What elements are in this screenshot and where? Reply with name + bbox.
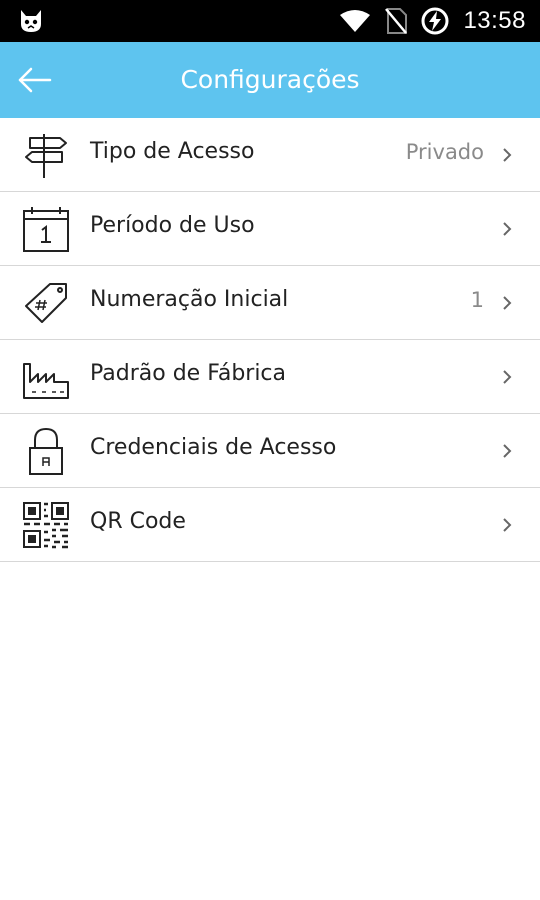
settings-item-label: Tipo de Acesso (90, 139, 255, 164)
chevron-right-icon (503, 518, 512, 532)
lock-icon (29, 427, 63, 475)
settings-list: Tipo de Acesso Privado Período de Uso Nu… (0, 118, 540, 562)
settings-item-tipo-de-acesso[interactable]: Tipo de Acesso Privado (0, 118, 540, 192)
app-bar: Configurações (0, 42, 540, 118)
battery-charging-icon (421, 7, 449, 35)
settings-item-value: Privado (405, 140, 484, 164)
settings-item-padrao-de-fabrica[interactable]: Padrão de Fábrica (0, 340, 540, 414)
no-sim-icon (385, 8, 408, 34)
page-title: Configurações (180, 65, 360, 94)
wifi-icon (340, 10, 371, 32)
status-time: 13:58 (463, 7, 526, 34)
signpost-icon (25, 134, 67, 178)
chevron-right-icon (503, 296, 512, 310)
settings-item-qr-code[interactable]: QR Code (0, 488, 540, 562)
chevron-right-icon (503, 370, 512, 384)
settings-item-label: Credenciais de Acesso (90, 435, 337, 460)
settings-item-label: QR Code (90, 509, 186, 534)
settings-item-label: Padrão de Fábrica (90, 361, 287, 386)
calendar-icon (23, 207, 69, 252)
factory-icon (23, 363, 69, 399)
chevron-right-icon (503, 148, 512, 162)
settings-item-value: 1 (470, 288, 484, 312)
chevron-right-icon (503, 222, 512, 236)
status-bar: 13:58 (0, 0, 540, 42)
settings-item-numeracao-inicial[interactable]: Numeração Inicial 1 (0, 266, 540, 340)
cat-face-icon (21, 10, 41, 32)
settings-item-label: Numeração Inicial (90, 287, 289, 312)
tag-icon (25, 283, 67, 323)
chevron-right-icon (503, 444, 512, 458)
settings-item-periodo-de-uso[interactable]: Período de Uso (0, 192, 540, 266)
settings-item-credenciais-de-acesso[interactable]: Credenciais de Acesso (0, 414, 540, 488)
qr-code-icon (23, 502, 69, 549)
settings-item-label: Período de Uso (90, 213, 255, 238)
